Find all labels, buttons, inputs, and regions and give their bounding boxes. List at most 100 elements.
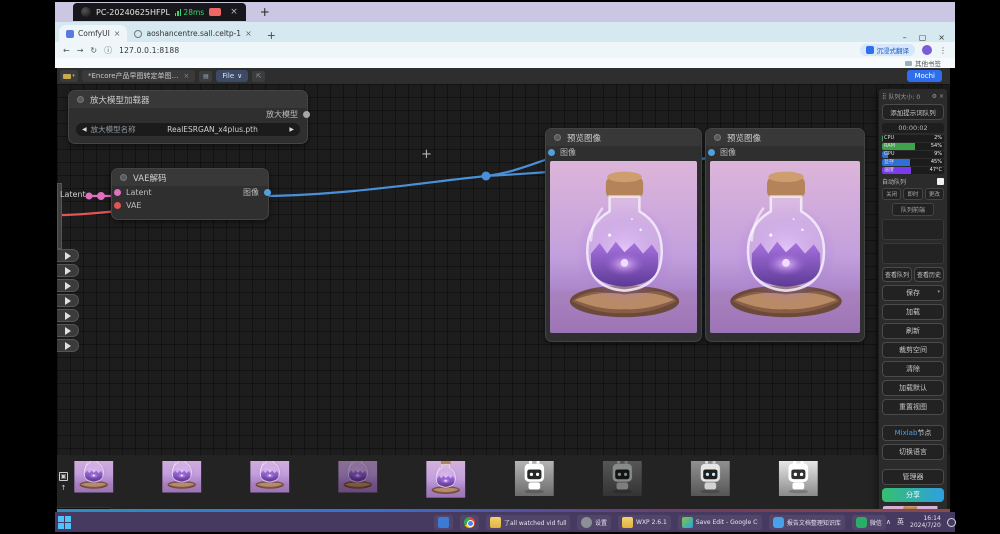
widget-stub[interactable]: [57, 324, 79, 337]
taskbar-item-save-edit[interactable]: Save Edit - Google Chro...: [678, 515, 762, 530]
refresh-button[interactable]: 刷新: [882, 323, 944, 339]
widget-stub[interactable]: [57, 264, 79, 277]
taskbar-item-app[interactable]: [434, 515, 453, 530]
mixlab-nodes-button[interactable]: Mixlab节点: [882, 425, 944, 441]
manager-button[interactable]: 管理器: [882, 469, 944, 485]
remote-new-tab-button[interactable]: +: [260, 5, 270, 19]
feed-thumbnail[interactable]: [512, 461, 566, 503]
workflow-tab[interactable]: *Encore产品早图转定单图… ×: [82, 70, 195, 82]
url-text[interactable]: 127.0.0.1:8188: [119, 46, 179, 55]
clipspace-button[interactable]: 裁剪空间: [882, 342, 944, 358]
collapse-dot-icon[interactable]: [77, 96, 84, 103]
taskbar-clock[interactable]: 16:14 2024/7/20: [910, 515, 941, 530]
output-slot-icon[interactable]: [264, 189, 271, 196]
preview-image[interactable]: [710, 161, 860, 333]
window-minimize-button[interactable]: –: [903, 33, 907, 42]
reload-icon[interactable]: ↻: [90, 46, 97, 55]
mochi-button[interactable]: Mochi: [907, 70, 942, 82]
next-arrow-icon[interactable]: ▶: [289, 126, 294, 133]
widget-stub[interactable]: [57, 294, 79, 307]
tab-comfyui[interactable]: ComfyUI ×: [59, 25, 127, 42]
extension-avatar-icon[interactable]: [922, 45, 932, 55]
switch-language-button[interactable]: 切换语言: [882, 444, 944, 460]
other-bookmarks-button[interactable]: 其他书签: [905, 58, 955, 68]
widget-stub[interactable]: [57, 309, 79, 322]
feed-thumbnail[interactable]: [248, 461, 302, 503]
taskbar-item-settings[interactable]: 设置: [577, 515, 611, 530]
node-upscale-model-loader[interactable]: 放大模型加载器 放大模型 ◀ 放大模型名称 RealESRGAN_x4plus.…: [68, 90, 308, 144]
browser-menu-icon[interactable]: ⋮: [939, 46, 947, 55]
view-history-button[interactable]: 查看历史: [914, 267, 944, 282]
input-language-indicator[interactable]: 英: [897, 517, 904, 527]
back-icon[interactable]: ←: [63, 46, 70, 55]
feed-thumbnail[interactable]: [160, 461, 214, 503]
queue-front-button[interactable]: 队列前端: [892, 203, 934, 216]
auto-queue-checkbox[interactable]: [937, 178, 944, 185]
feed-toggle-icon[interactable]: ▣: [59, 472, 68, 481]
tab-close-icon[interactable]: ×: [114, 29, 121, 38]
window-close-button[interactable]: ×: [938, 33, 945, 42]
tray-expand-icon[interactable]: ∧: [886, 518, 891, 526]
auto-queue-mode-off[interactable]: 关闭: [882, 188, 901, 200]
load-default-button[interactable]: 加载默认: [882, 380, 944, 396]
browser-new-tab-button[interactable]: +: [267, 29, 276, 42]
node-vae-decode[interactable]: VAE解码 Latent VAE 图像: [111, 168, 269, 220]
feed-thumbnail[interactable]: [72, 461, 126, 503]
share-button[interactable]: 分享: [882, 488, 944, 502]
taskbar-item-wxp[interactable]: WXP 2.6.1: [618, 515, 671, 530]
widget-stub[interactable]: [57, 249, 79, 262]
prev-arrow-icon[interactable]: ◀: [82, 126, 87, 133]
widget-stub[interactable]: [57, 279, 79, 292]
feed-thumbnail[interactable]: [336, 461, 390, 503]
auto-queue-mode-instant[interactable]: 即时: [903, 188, 922, 200]
remote-tab-close-icon[interactable]: ×: [230, 7, 238, 17]
input-slot-icon[interactable]: [114, 202, 121, 209]
save-button[interactable]: 保存▾: [882, 285, 944, 301]
input-slot-icon[interactable]: [114, 189, 121, 196]
reset-view-button[interactable]: 重置视图: [882, 399, 944, 415]
collapse-dot-icon[interactable]: [714, 134, 721, 141]
drag-handle-icon[interactable]: ⣿: [882, 93, 886, 100]
taskbar-item-docs[interactable]: 报告文档整理知识库: [769, 515, 845, 530]
model-name-widget[interactable]: ◀ 放大模型名称 RealESRGAN_x4plus.pth ▶: [76, 123, 300, 136]
close-icon[interactable]: ×: [939, 93, 944, 100]
tab-close-icon[interactable]: ×: [245, 29, 252, 38]
feed-thumbnail[interactable]: [600, 461, 654, 503]
node-canvas[interactable]: 放大模型加载器 放大模型 ◀ 放大模型名称 RealESRGAN_x4plus.…: [57, 84, 950, 509]
file-menu-button[interactable]: File∨: [216, 70, 248, 82]
collapse-dot-icon[interactable]: [120, 174, 127, 181]
start-button[interactable]: [58, 516, 71, 529]
clear-button[interactable]: 清除: [882, 361, 944, 377]
feed-thumbnail[interactable]: [776, 461, 830, 503]
node-preview-image-2[interactable]: 预览图像 图像: [705, 128, 865, 342]
auto-queue-mode-change[interactable]: 更改: [925, 188, 944, 200]
input-slot-icon[interactable]: [708, 149, 715, 156]
workspace-folder-button[interactable]: ▾: [60, 70, 78, 82]
taskbar-item-wechat[interactable]: 微信: [852, 515, 886, 530]
taskbar-item-folder[interactable]: 了all watched vid full work: [486, 515, 570, 530]
notification-bell-icon[interactable]: [947, 518, 956, 527]
collapse-dot-icon[interactable]: [554, 134, 561, 141]
feed-thumbnail[interactable]: [424, 461, 478, 503]
extension-pill[interactable]: 沉浸式翻译: [860, 44, 916, 56]
remote-session-tab[interactable]: PC-20240625HFPL 28ms ×: [73, 3, 246, 21]
taskbar-item-chrome[interactable]: [460, 515, 479, 530]
gear-icon[interactable]: ⚙: [932, 93, 937, 100]
bookmark-icon[interactable]: ▤: [199, 71, 212, 82]
output-slot-icon[interactable]: [303, 111, 310, 118]
input-slot-icon[interactable]: [548, 149, 555, 156]
window-maximize-button[interactable]: ▢: [919, 33, 927, 42]
view-queue-button[interactable]: 查看队列: [882, 267, 912, 282]
queue-prompt-button[interactable]: 添加提示词队列: [882, 104, 944, 120]
workflow-tab-close-icon[interactable]: ×: [184, 72, 190, 80]
feed-arrow-icon[interactable]: ↑: [59, 484, 68, 492]
forward-icon[interactable]: →: [77, 46, 84, 55]
widget-stub[interactable]: [57, 339, 79, 352]
node-preview-image-1[interactable]: 预览图像 图像: [545, 128, 702, 342]
export-icon[interactable]: ⇱: [252, 71, 265, 82]
tab-second[interactable]: aoshancentre.sall.celtp-1 ×: [127, 25, 258, 42]
feed-thumbnail[interactable]: [688, 461, 742, 503]
preview-image[interactable]: [550, 161, 697, 333]
site-info-icon[interactable]: ⓘ: [104, 45, 112, 56]
load-button[interactable]: 加载: [882, 304, 944, 320]
